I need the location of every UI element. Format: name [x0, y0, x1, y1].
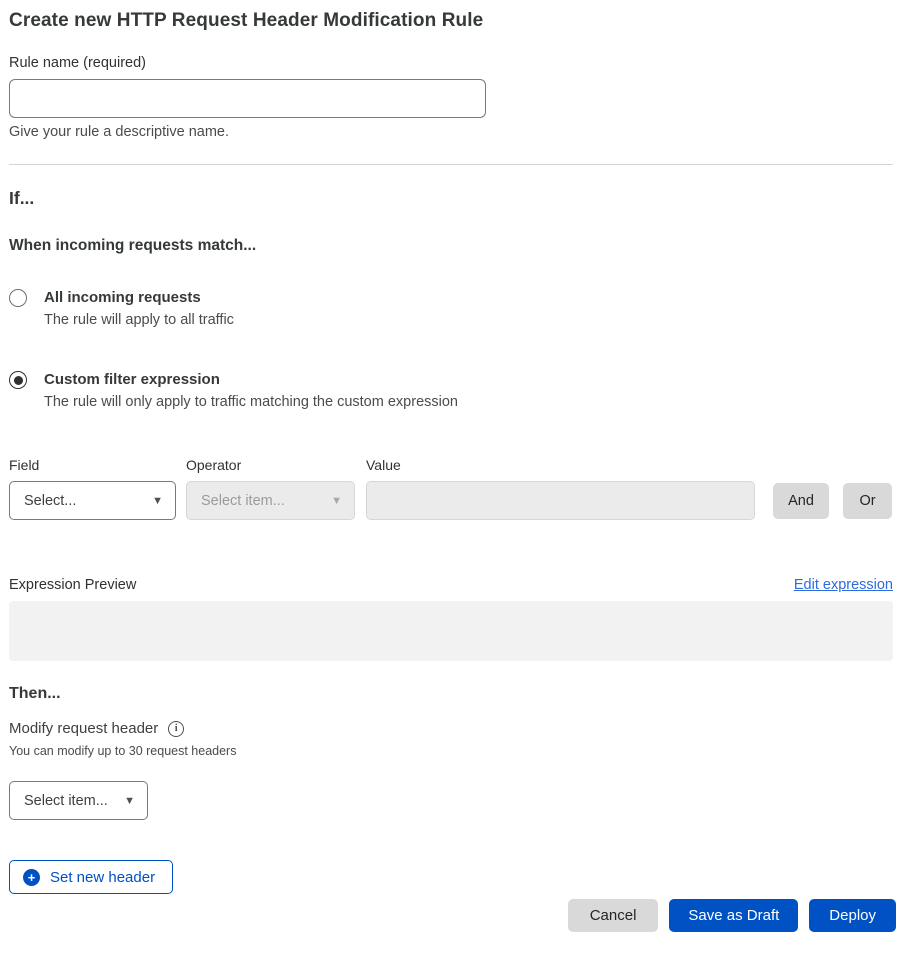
operator-label: Operator	[186, 457, 366, 473]
rule-name-input[interactable]	[9, 79, 486, 118]
and-button[interactable]: And	[773, 483, 829, 519]
set-new-header-label: Set new header	[50, 869, 155, 886]
radio-description: The rule will apply to all traffic	[44, 312, 234, 328]
expression-builder-row: Select... ▼ Select item... ▼ And Or	[9, 481, 893, 520]
expression-builder-labels: Field Operator Value	[9, 457, 893, 473]
if-heading: If...	[9, 188, 893, 209]
radio-unselected-icon[interactable]	[9, 289, 27, 307]
radio-selected-icon[interactable]	[9, 371, 27, 389]
info-icon[interactable]: i	[168, 721, 184, 737]
radio-label: Custom filter expression	[44, 370, 458, 389]
section-divider	[9, 164, 893, 165]
chevron-down-icon: ▼	[331, 495, 342, 507]
plus-circle-icon: +	[23, 869, 40, 886]
expression-preview-label: Expression Preview	[9, 577, 136, 593]
expression-preview-header: Expression Preview Edit expression	[9, 577, 893, 593]
deploy-button[interactable]: Deploy	[809, 899, 896, 932]
match-subheading: When incoming requests match...	[9, 237, 893, 255]
cancel-button[interactable]: Cancel	[568, 899, 659, 932]
header-action-select[interactable]: Select item... ▼	[9, 781, 148, 820]
value-label: Value	[366, 457, 893, 473]
header-action-select-value: Select item...	[24, 793, 108, 809]
set-new-header-button[interactable]: + Set new header	[9, 860, 173, 894]
rule-name-label: Rule name (required)	[9, 55, 893, 71]
chevron-down-icon: ▼	[124, 795, 135, 807]
operator-select-value: Select item...	[201, 493, 285, 509]
value-input[interactable]	[366, 481, 755, 520]
radio-custom-filter-expression[interactable]: Custom filter expression The rule will o…	[9, 370, 893, 410]
then-heading: Then...	[9, 685, 893, 703]
radio-label: All incoming requests	[44, 288, 234, 307]
modify-request-header-row: Modify request header i	[9, 720, 893, 737]
or-button[interactable]: Or	[843, 483, 892, 519]
rule-name-help: Give your rule a descriptive name.	[9, 124, 893, 140]
radio-description: The rule will only apply to traffic matc…	[44, 394, 458, 410]
match-options: All incoming requests The rule will appl…	[9, 288, 893, 410]
field-label: Field	[9, 457, 186, 473]
radio-all-incoming-requests[interactable]: All incoming requests The rule will appl…	[9, 288, 893, 328]
edit-expression-link[interactable]: Edit expression	[794, 577, 893, 593]
chevron-down-icon: ▼	[152, 495, 163, 507]
expression-preview-box	[9, 601, 893, 661]
field-select-value: Select...	[24, 493, 76, 509]
operator-select[interactable]: Select item... ▼	[186, 481, 355, 520]
modify-header-help: You can modify up to 30 request headers	[9, 744, 893, 758]
field-select[interactable]: Select... ▼	[9, 481, 176, 520]
page-title: Create new HTTP Request Header Modificat…	[9, 8, 893, 33]
create-rule-form: Create new HTTP Request Header Modificat…	[0, 8, 899, 932]
footer-actions: Cancel Save as Draft Deploy	[9, 899, 896, 932]
modify-request-header-label: Modify request header	[9, 720, 158, 737]
save-as-draft-button[interactable]: Save as Draft	[669, 899, 798, 932]
